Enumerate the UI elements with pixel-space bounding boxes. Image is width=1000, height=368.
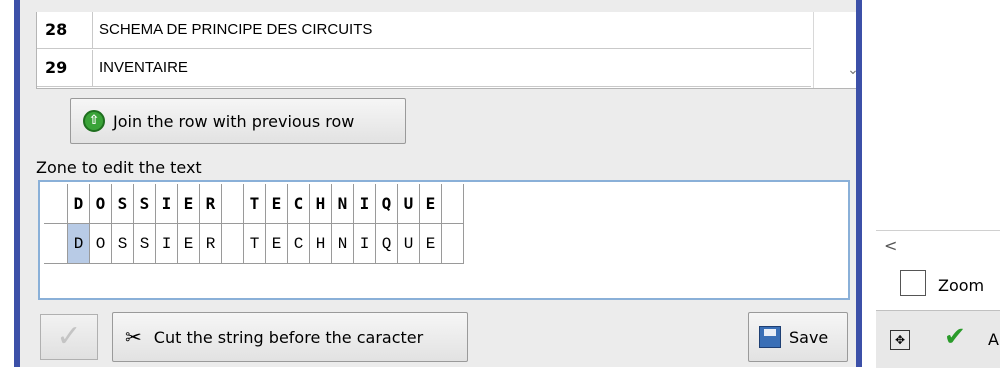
save-button[interactable]: Save	[748, 312, 848, 362]
char-cell[interactable]: U	[398, 224, 420, 264]
char-cell[interactable]: S	[134, 224, 156, 264]
divider	[876, 230, 1000, 231]
char-cell[interactable]	[222, 224, 244, 264]
char-cell[interactable]: D	[68, 224, 90, 264]
char-cell[interactable]: C	[288, 184, 310, 224]
cut-string-label: Cut the string before the caracter	[153, 327, 424, 347]
row-number: 29	[37, 50, 93, 86]
edit-row: DOSSIERTECHNIQUE	[44, 224, 464, 264]
reference-row: DOSSIERTECHNIQUE	[44, 184, 464, 224]
zoom-checkbox[interactable]	[900, 270, 926, 296]
char-cell[interactable]	[442, 184, 464, 224]
char-cell[interactable]: E	[178, 184, 200, 224]
char-cell[interactable]: D	[68, 184, 90, 224]
char-cell[interactable]: E	[420, 224, 442, 264]
char-cell[interactable]	[222, 184, 244, 224]
cut-string-button[interactable]: ✂ Cut the string before the caracter	[112, 312, 468, 362]
scissors-icon: ✂	[125, 325, 142, 349]
char-cell[interactable]	[442, 224, 464, 264]
char-cell[interactable]: S	[112, 224, 134, 264]
char-cell[interactable]: R	[200, 184, 222, 224]
char-cell[interactable]: R	[200, 224, 222, 264]
text-edit-zone[interactable]: DOSSIERTECHNIQUE DOSSIERTECHNIQUE	[38, 180, 850, 300]
char-cell[interactable]: O	[90, 224, 112, 264]
save-label: Save	[789, 327, 829, 347]
rows-table: 28 SCHEMA DE PRINCIPE DES CIRCUITS 29 IN…	[36, 12, 870, 89]
char-cell[interactable]: E	[178, 224, 200, 264]
char-cell[interactable]: I	[156, 184, 178, 224]
validate-button[interactable]: ✓	[40, 314, 98, 360]
table-row[interactable]: 29 INVENTAIRE	[37, 50, 811, 87]
char-cell[interactable]: H	[310, 224, 332, 264]
row-text: SCHEMA DE PRINCIPE DES CIRCUITS	[99, 21, 373, 38]
char-cell[interactable]: E	[266, 224, 288, 264]
char-cell[interactable]: E	[420, 184, 442, 224]
char-cell[interactable]: S	[134, 184, 156, 224]
char-cell[interactable]: O	[90, 184, 112, 224]
left-edge	[0, 0, 14, 367]
char-cell[interactable]: U	[398, 184, 420, 224]
char-cell[interactable]: I	[354, 224, 376, 264]
collapse-arrow[interactable]: <	[884, 236, 897, 255]
char-cell[interactable]: C	[288, 224, 310, 264]
row-number: 28	[37, 12, 93, 48]
join-row-label: Join the row with previous row	[113, 111, 355, 131]
checkmark-icon[interactable]: ✔	[944, 322, 966, 352]
char-cell[interactable]: T	[244, 184, 266, 224]
char-cell[interactable]: N	[332, 224, 354, 264]
zoom-label: Zoom	[938, 276, 985, 295]
char-cell[interactable]: I	[354, 184, 376, 224]
join-row-button[interactable]: ⇧ Join the row with previous row	[70, 98, 406, 144]
char-cell[interactable]: E	[266, 184, 288, 224]
char-cell[interactable]: I	[156, 224, 178, 264]
char-cell[interactable]: Q	[376, 184, 398, 224]
table-row[interactable]: 28 SCHEMA DE PRINCIPE DES CIRCUITS	[37, 12, 811, 49]
zone-label: Zone to edit the text	[36, 158, 202, 177]
char-cell[interactable]: H	[310, 184, 332, 224]
char-cell[interactable]: Q	[376, 224, 398, 264]
row-header-cell	[44, 224, 68, 264]
row-text: INVENTAIRE	[99, 59, 188, 76]
char-cell[interactable]: N	[332, 184, 354, 224]
floppy-disk-icon	[759, 326, 781, 348]
arrow-up-circle-icon: ⇧	[83, 110, 105, 132]
row-header-cell	[44, 184, 68, 224]
editor-panel: 28 SCHEMA DE PRINCIPE DES CIRCUITS 29 IN…	[20, 0, 870, 367]
char-cell[interactable]: T	[244, 224, 266, 264]
char-cell[interactable]: S	[112, 184, 134, 224]
accept-label: A	[988, 330, 999, 349]
fit-to-window-icon[interactable]: ✥	[890, 330, 910, 350]
